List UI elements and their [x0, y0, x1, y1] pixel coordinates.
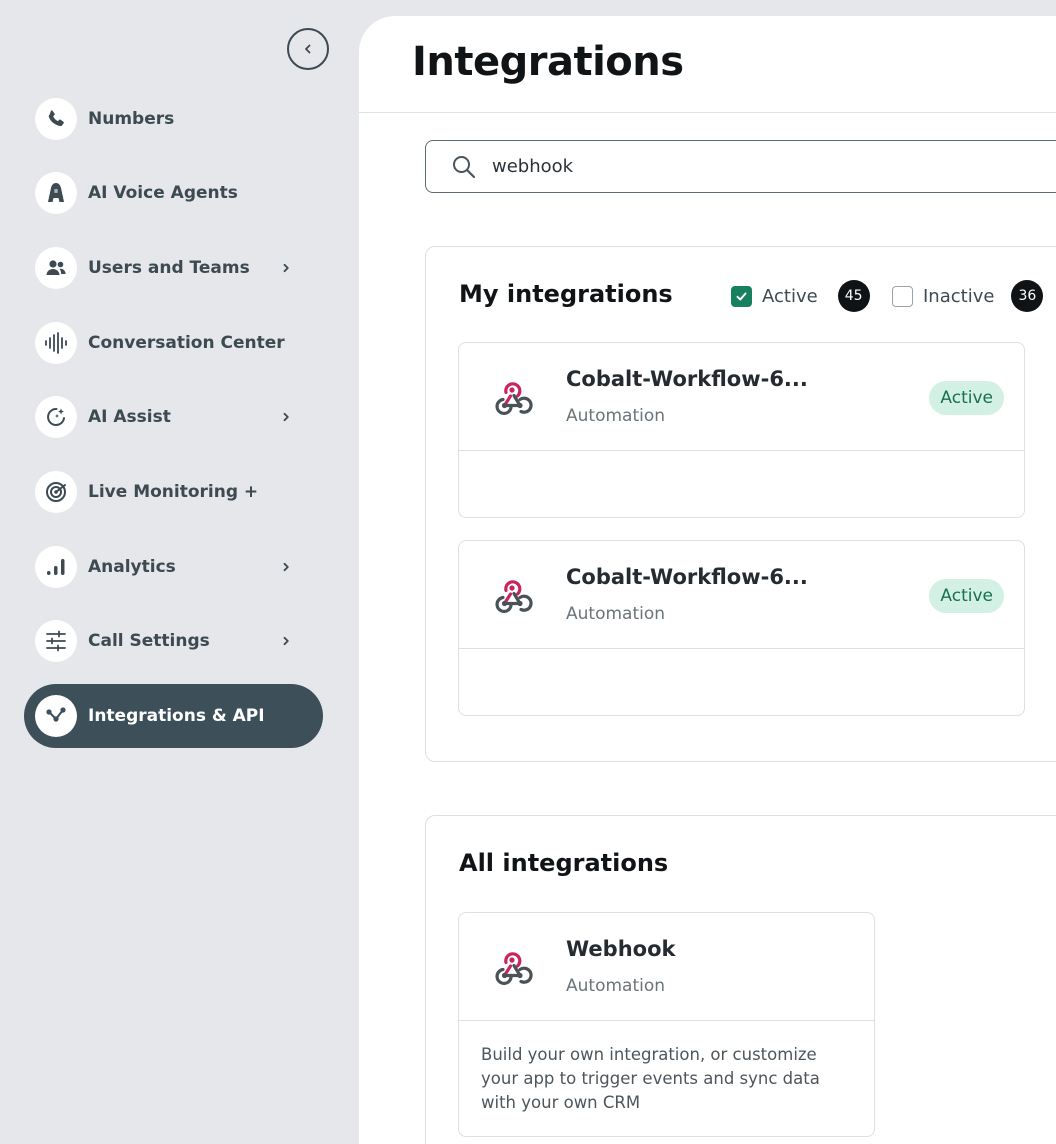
sidebar-item-label: Live Monitoring + — [88, 482, 259, 502]
page-title: Integrations — [412, 39, 684, 85]
ai-agent-icon — [35, 172, 77, 214]
sidebar-item-label: Users and Teams — [88, 258, 250, 278]
sidebar-item-analytics[interactable]: Analytics — [24, 535, 323, 599]
main-content: Integrations My integrations Active 45 I… — [359, 16, 1056, 1144]
active-count-badge: 45 — [837, 280, 870, 312]
webhook-icon — [489, 571, 537, 619]
waveform-icon — [35, 322, 77, 364]
section-title: My integrations — [459, 280, 673, 308]
filter-active: Active 45 — [731, 280, 870, 312]
inactive-filter-label: Inactive — [923, 285, 995, 307]
search-icon — [450, 153, 478, 181]
card-header: Cobalt-Workflow-6... Automation Active — [459, 541, 1024, 649]
sidebar-item-label: Analytics — [88, 557, 176, 577]
search-box[interactable] — [425, 140, 1056, 193]
search-input[interactable] — [490, 155, 990, 178]
sidebar-item-ai-voice-agents[interactable]: AI Voice Agents — [24, 161, 323, 225]
section-title: All integrations — [459, 849, 669, 877]
filter-inactive: Inactive 36 — [892, 280, 1044, 312]
sidebar-item-label: Numbers — [88, 109, 175, 129]
sidebar-item-label: Conversation Center — [88, 333, 285, 353]
sidebar-item-label: Call Settings — [88, 631, 210, 651]
integration-name: Cobalt-Workflow-6... — [566, 367, 808, 391]
sidebar-item-live-monitoring[interactable]: Live Monitoring + — [24, 460, 323, 524]
status-badge: Active — [929, 381, 1004, 415]
check-icon — [736, 292, 747, 300]
ai-assist-icon — [35, 396, 77, 438]
webhook-icon — [489, 943, 537, 991]
chevron-right-icon — [281, 562, 291, 572]
inactive-count-badge: 36 — [1011, 280, 1044, 312]
status-badge: Active — [929, 579, 1004, 613]
my-integrations-section: My integrations Active 45 Inactive 36 Co… — [425, 246, 1056, 762]
analytics-icon — [35, 546, 77, 588]
chevron-left-icon — [305, 44, 311, 54]
integration-name: Cobalt-Workflow-6... — [566, 565, 808, 589]
sidebar-item-integrations-api[interactable]: Integrations & API — [24, 684, 323, 748]
active-filter-label: Active — [762, 285, 818, 307]
sidebar-item-label: AI Assist — [88, 407, 171, 427]
phone-icon — [35, 98, 77, 140]
sidebar-item-label: Integrations & API — [88, 706, 265, 726]
sidebar-item-call-settings[interactable]: Call Settings — [24, 609, 323, 673]
sidebar-item-numbers[interactable]: Numbers — [24, 87, 323, 151]
webhook-icon — [489, 373, 537, 421]
collapse-sidebar-button[interactable] — [287, 28, 329, 70]
page-header: Integrations — [359, 16, 1056, 113]
chevron-right-icon — [281, 636, 291, 646]
sidebar-item-users-and-teams[interactable]: Users and Teams — [24, 236, 323, 300]
integration-name: Webhook — [566, 937, 676, 961]
users-icon — [35, 247, 77, 289]
chevron-right-icon — [281, 263, 291, 273]
integration-description: Build your own integration, or customize… — [481, 1045, 820, 1112]
integration-category: Automation — [566, 406, 666, 426]
sidebar-item-conversation-center[interactable]: Conversation Center — [24, 311, 323, 375]
sliders-icon — [35, 620, 77, 662]
integrations-icon — [35, 695, 77, 737]
card-header: Cobalt-Workflow-6... Automation Active — [459, 343, 1024, 451]
inactive-checkbox[interactable] — [892, 285, 913, 307]
card-header: Webhook Automation — [459, 913, 874, 1021]
sidebar: Numbers AI Voice Agents Users and Teams … — [0, 0, 359, 1144]
integration-card[interactable]: Cobalt-Workflow-6... Automation Active — [458, 342, 1025, 518]
sidebar-item-label: AI Voice Agents — [88, 183, 238, 203]
chevron-right-icon — [281, 412, 291, 422]
active-checkbox[interactable] — [731, 285, 752, 307]
integration-card[interactable]: Cobalt-Workflow-6... Automation Active — [458, 540, 1025, 716]
sidebar-item-ai-assist[interactable]: AI Assist — [24, 385, 323, 449]
monitoring-icon — [35, 471, 77, 513]
integration-category: Automation — [566, 604, 666, 624]
integration-category: Automation — [566, 976, 666, 996]
all-integrations-section: All integrations Webhook Automation Buil… — [425, 815, 1056, 1144]
integration-card[interactable]: Webhook Automation Build your own integr… — [458, 912, 875, 1137]
